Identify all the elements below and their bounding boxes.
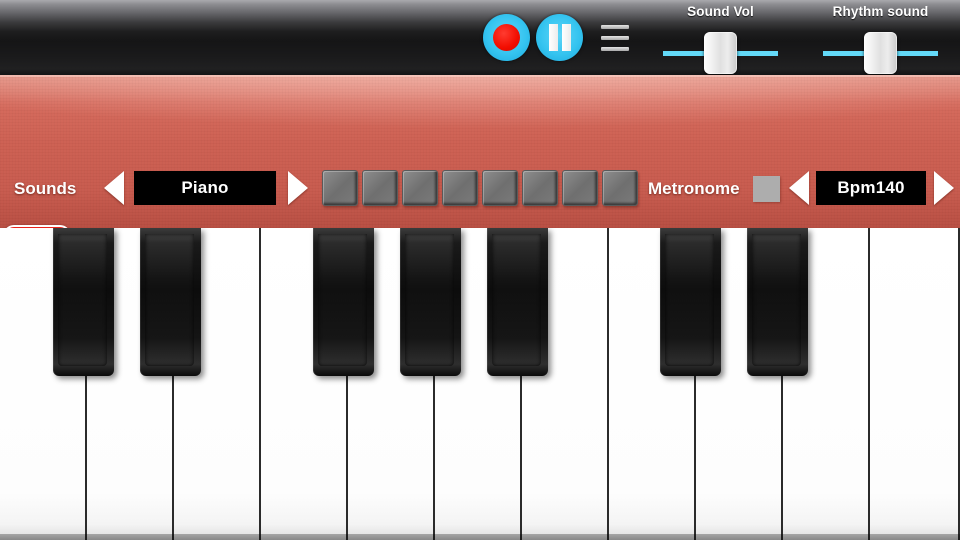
sounds-next-arrow-icon[interactable] [288, 171, 308, 205]
pause-button[interactable] [536, 14, 583, 61]
pause-bar-left-icon [548, 24, 558, 51]
sound-volume-slider[interactable] [663, 30, 778, 75]
control-panel: Sounds Piano Metronome Bpm140 [0, 75, 960, 228]
pad-button-4[interactable] [442, 170, 478, 206]
rhythm-sound-slider[interactable] [823, 30, 938, 75]
rhythm-sound-thumb[interactable] [864, 32, 897, 74]
pad-button-2[interactable] [362, 170, 398, 206]
hamburger-line-2-icon [601, 36, 629, 40]
pad-button-3[interactable] [402, 170, 438, 206]
black-key-3[interactable] [313, 228, 374, 376]
sounds-value-box[interactable]: Piano [134, 171, 276, 205]
pad-button-7[interactable] [562, 170, 598, 206]
black-key-7[interactable] [747, 228, 808, 376]
black-key-6[interactable] [660, 228, 721, 376]
hamburger-line-1-icon [601, 25, 629, 29]
white-key-11[interactable] [870, 228, 960, 540]
pad-button-1[interactable] [322, 170, 358, 206]
panel-texture [0, 75, 960, 228]
black-key-5[interactable] [487, 228, 548, 376]
black-key-1[interactable] [53, 228, 114, 376]
black-key-4[interactable] [400, 228, 461, 376]
sounds-prev-arrow-icon[interactable] [104, 171, 124, 205]
sounds-label: Sounds [14, 179, 77, 198]
record-button[interactable] [483, 14, 530, 61]
pad-button-5[interactable] [482, 170, 518, 206]
black-key-2[interactable] [140, 228, 201, 376]
metronome-toggle[interactable] [753, 176, 780, 202]
metronome-prev-arrow-icon[interactable] [789, 171, 809, 205]
pad-button-8[interactable] [602, 170, 638, 206]
panel-top-highlight [0, 75, 960, 77]
top-toolbar: Sound Vol Rhythm sound [0, 0, 960, 75]
bpm-value-box[interactable]: Bpm140 [816, 171, 926, 205]
sound-volume-label: Sound Vol [687, 4, 754, 19]
sound-volume-thumb[interactable] [704, 32, 737, 74]
record-dot-icon [493, 24, 520, 51]
metronome-next-arrow-icon[interactable] [934, 171, 954, 205]
metronome-label: Metronome [648, 179, 740, 198]
app-root: Sound Vol Rhythm sound Sounds Piano Metr… [0, 0, 960, 540]
piano-keyboard [0, 228, 960, 540]
hamburger-line-3-icon [601, 47, 629, 51]
pad-button-6[interactable] [522, 170, 558, 206]
pause-bar-right-icon [561, 24, 571, 51]
sound-volume-slider-group: Sound Vol [663, 4, 778, 75]
hamburger-menu-button[interactable] [601, 25, 629, 51]
rhythm-sound-label: Rhythm sound [832, 4, 929, 19]
rhythm-sound-slider-group: Rhythm sound [823, 4, 938, 75]
